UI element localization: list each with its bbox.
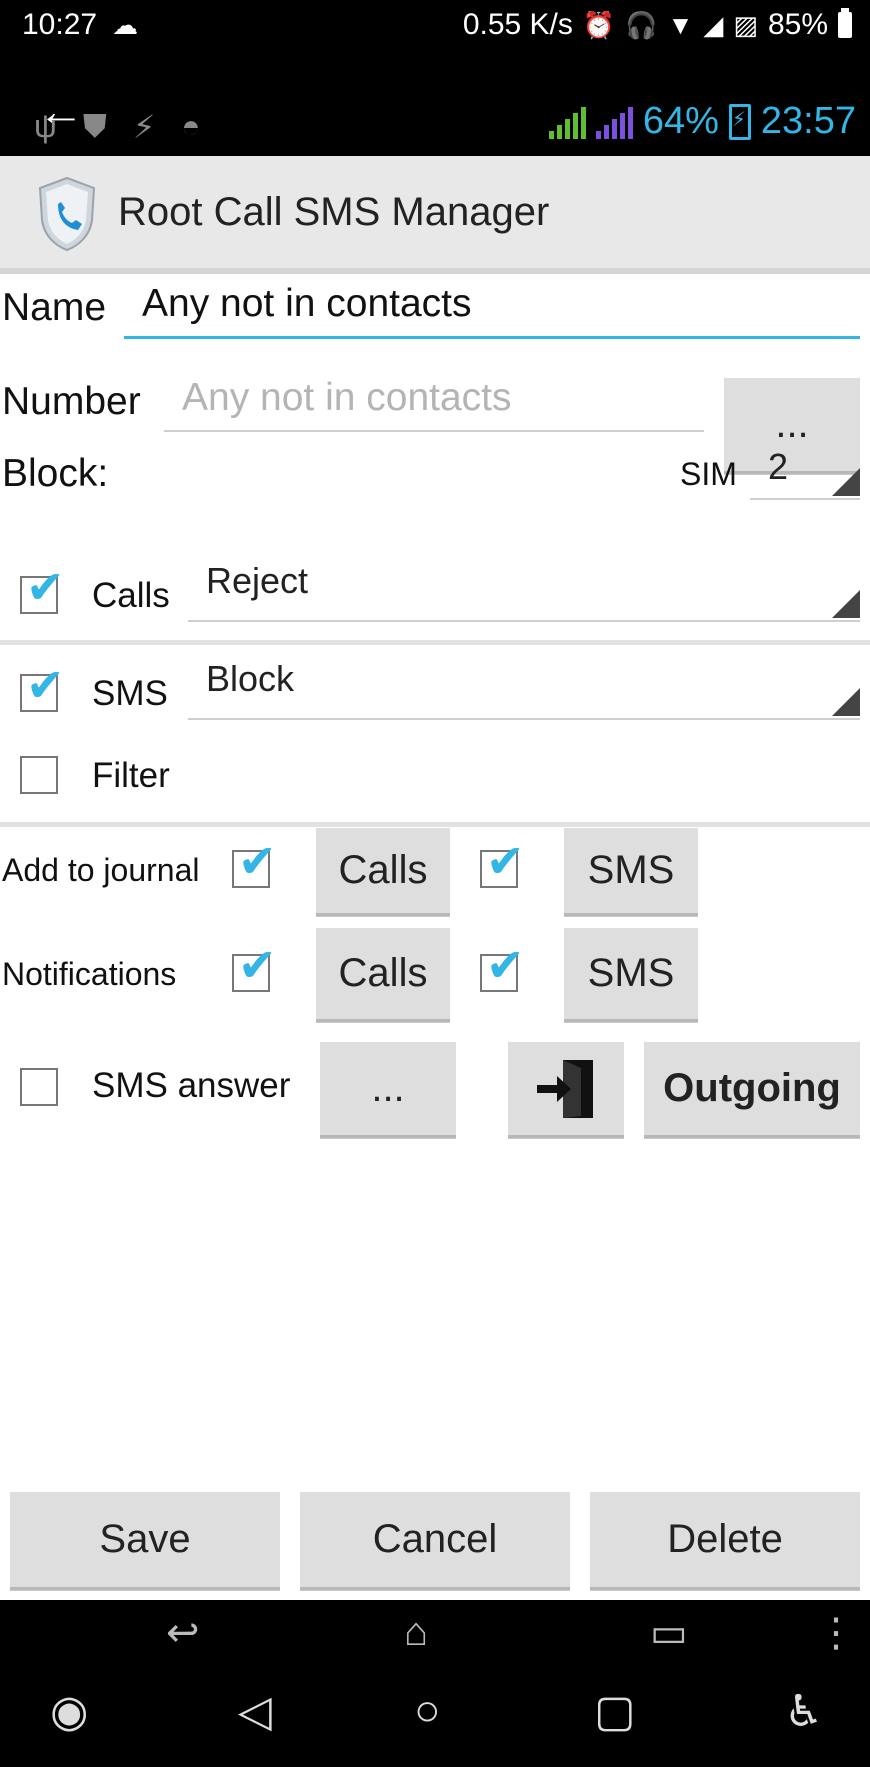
notifications-sms-button[interactable]: SMS [564,928,698,1022]
check-icon: ✔ [26,561,65,613]
delete-button[interactable]: Delete [590,1492,860,1590]
name-label: Name [2,286,107,329]
nav-back-icon[interactable]: ↩ [166,1610,200,1656]
calls-label: Calls [92,576,170,615]
sms-answer-checkbox[interactable] [20,1068,58,1106]
network-speed: 0.55 K/s [462,8,573,41]
filter-label: Filter [92,756,170,795]
sms-action-spinner[interactable]: Block [188,658,860,720]
calls-action-spinner[interactable]: Reject [188,560,860,622]
journal-sms-button[interactable]: SMS [564,828,698,916]
notifications-calls-checkbox[interactable]: ✔ [232,942,277,992]
notifications-label: Notifications [2,956,177,992]
sim-spinner[interactable]: 2 [750,446,860,500]
overview-square-icon[interactable]: ▢ [594,1686,636,1737]
divider [0,822,870,827]
block-label: Block: [2,452,109,495]
android-icon: ◓ [181,108,201,144]
headset-icon: 🎧 [625,9,658,40]
home-circle-icon[interactable]: ○ [414,1686,441,1736]
check-icon: ✔ [238,835,277,887]
signal-bars-icon [548,105,586,139]
signal-icon: ◢ [703,9,724,40]
assistant-dot-icon[interactable]: ◉ [50,1686,88,1737]
action-bar: Root Call SMS Manager [0,156,870,274]
nav-recents-icon[interactable]: ▭ [650,1610,688,1656]
system-nav-bar: ◉ ◁ ○ ▢ ♿ [0,1672,870,1767]
alarm-icon: ⏰ [582,9,616,40]
notifications-sms-checkbox[interactable]: ✔ [480,942,525,992]
legacy-battery-icon [728,103,751,140]
legacy-nav-bar: ↩ ⌂ ▭ ⋮ [0,1600,870,1672]
nav-menu-icon[interactable]: ⋮ [816,1610,856,1656]
legacy-notification-icons: ψ ⛊ ⚡ ◓ [34,108,201,146]
outgoing-button[interactable]: Outgoing [644,1042,860,1138]
check-icon: ✔ [26,659,65,711]
system-status-bar: 10:27 ☁ 0.55 K/s ⏰ 🎧 ▼ ◢ ▨ 85% [0,0,870,56]
app-window: Root Call SMS Manager Name Number ... Bl… [0,156,870,1600]
legacy-battery-percent: 64% [642,100,719,142]
notification-icon: ☁ [112,10,138,40]
signal-bars-2-icon [595,105,633,139]
sms-action-value: Block [206,658,295,699]
save-button[interactable]: Save [10,1492,280,1590]
sim-label: SIM [680,456,737,492]
legacy-status-bar: ← ψ ⛊ ⚡ ◓ 64% 23:57 [0,56,870,156]
accessibility-icon[interactable]: ♿ [784,1686,823,1737]
door-enter-icon [537,1059,593,1118]
journal-sms-checkbox[interactable]: ✔ [480,838,525,888]
name-field[interactable] [124,282,860,339]
no-sim-icon: ▨ [733,9,758,40]
number-label: Number [2,380,141,423]
dropdown-triangle-icon [832,688,860,716]
dropdown-triangle-icon [832,468,860,496]
exit-door-button[interactable] [508,1042,624,1138]
calls-action-value: Reject [206,560,309,601]
number-field[interactable] [164,376,704,432]
journal-label: Add to journal [2,852,200,888]
sms-answer-label: SMS answer [92,1066,291,1105]
name-input[interactable] [124,282,860,336]
sms-checkbox[interactable]: ✔ [20,662,65,712]
journal-calls-button[interactable]: Calls [316,828,450,916]
system-time: 10:27 [22,8,98,41]
legacy-status-right: 64% 23:57 [548,100,856,143]
sms-label: SMS [92,674,168,713]
shield-icon: ⛊ [82,108,107,144]
battery-icon [838,8,852,38]
wifi-icon: ▼ [667,9,694,40]
check-icon: ✔ [238,939,277,991]
usb-icon: ψ [34,108,57,144]
app-title: Root Call SMS Manager [118,190,550,234]
number-input[interactable] [164,376,704,430]
check-icon: ✔ [486,835,525,887]
back-triangle-icon[interactable]: ◁ [238,1686,272,1737]
check-icon: ✔ [486,939,525,991]
battery-percent: 85% [767,8,828,41]
nav-home-icon[interactable]: ⌂ [404,1610,428,1655]
sms-answer-button[interactable]: ... [320,1042,456,1138]
filter-checkbox[interactable] [20,756,58,794]
dropdown-triangle-icon [832,590,860,618]
flash-icon: ⚡ [132,109,156,145]
app-shield-phone-icon [38,176,96,252]
calls-checkbox[interactable]: ✔ [20,564,65,614]
sim-value: 2 [768,446,789,487]
notifications-calls-button[interactable]: Calls [316,928,450,1022]
cancel-button[interactable]: Cancel [300,1492,570,1590]
divider [0,640,870,645]
legacy-time: 23:57 [760,100,856,142]
system-status-right: 0.55 K/s ⏰ 🎧 ▼ ◢ ▨ 85% [463,8,852,42]
journal-calls-checkbox[interactable]: ✔ [232,838,277,888]
